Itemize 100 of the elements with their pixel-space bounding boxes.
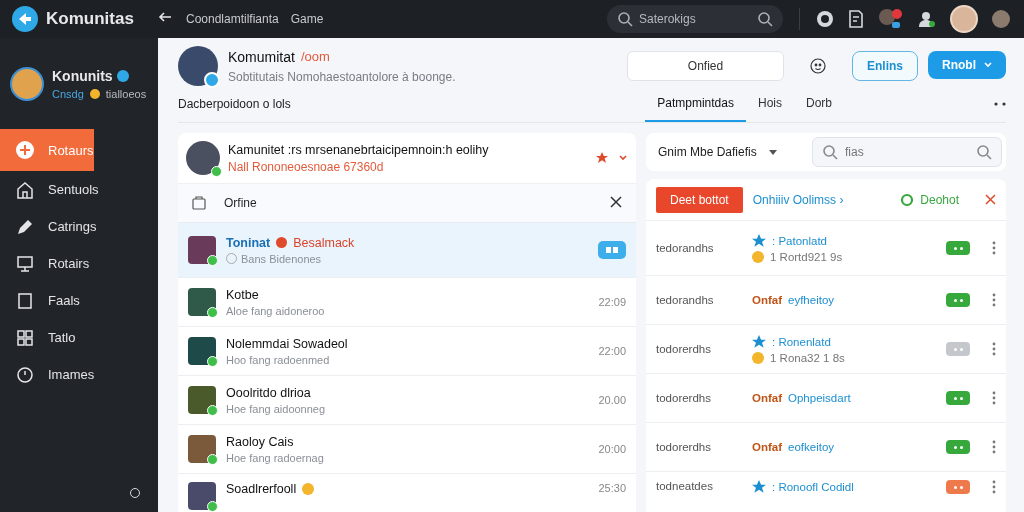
search-field[interactable]: Saterokigs [607,5,783,33]
filter-label: Orfine [224,196,257,210]
chat-list-item[interactable]: Soadlrerfooll 25:30 [178,474,636,512]
grid-icon [16,328,34,347]
item-time: 25:30 [598,482,626,494]
sidebar-item[interactable]: Faals [0,282,80,319]
item-time: 20:00 [598,443,626,455]
item-title: Nolemmdai Sowadeol [226,336,348,351]
status-info: Ophpeisdart [788,392,851,404]
toggle-button[interactable] [946,440,970,454]
item-preview: Hoe fang aidoonneg [226,402,326,415]
sidebar-item[interactable]: Sentuols [0,171,99,208]
chat-list-item[interactable]: Nolemmdai Sowadeol Hoo fang radoenmed 22:00 [178,327,636,376]
tab[interactable]: Patmpmintdas [645,86,746,122]
app-name: Komunitas [46,9,134,29]
square-icon [16,291,34,310]
community-tag: /oom [300,49,330,64]
tab[interactable]: Hois [745,86,794,122]
row-label: todorerdhs [656,392,712,404]
search-icon [757,11,773,27]
item-preview: Bans Bidenones [241,252,322,265]
plus-icon [16,141,34,159]
toggle-button[interactable] [946,480,970,494]
item-title: Soadlrerfooll [226,482,297,496]
status-label: Onfaf [752,392,783,404]
tab[interactable]: Dorb [794,86,844,122]
rating-title: : Patonlatd [772,234,827,247]
star-icon [752,480,766,494]
item-time: 20.00 [598,394,626,406]
emoji-icon [89,88,100,99]
caret-icon [768,149,777,155]
kebab-menu-icon[interactable] [992,440,996,454]
clock-icon [16,365,34,384]
kebab-menu-icon[interactable] [992,241,996,255]
chat-icon[interactable] [816,10,834,28]
sidebar-item[interactable]: Tatlo [0,319,76,356]
search-icon [822,144,838,160]
chat-list-item[interactable]: Toninat Besalmack Bans Bidenones [178,223,636,278]
input-field[interactable]: Onfied [627,51,784,81]
sidebar-item[interactable]: Rotairs [0,245,90,282]
chat-list-item[interactable]: Raoloy Cais Hoe fang radoernag 20:00 [178,425,636,474]
item-title: Kotbe [226,287,259,302]
conversation-subtitle: Nall Rononeoesnoae 67360d [228,159,385,174]
row-label: todorerdhs [656,343,712,355]
breadcrumb: Coondlamtilfianta [186,12,279,26]
kebab-menu-icon[interactable] [992,293,996,307]
badge-icon [276,237,288,248]
profile-name: Konunits [52,67,113,84]
community-avatar [178,46,218,86]
caret-icon [984,62,992,68]
toggle-button[interactable] [946,342,970,356]
item-time: 22:00 [598,345,626,357]
action-button[interactable]: Deet bottot [656,186,743,213]
more-icon[interactable] [994,102,1006,106]
status-info: eyfheitoy [788,294,835,306]
profile-status: Cnsdg [52,87,84,100]
search-field[interactable]: fias [812,137,1002,167]
house-icon [16,180,34,199]
kebab-menu-icon[interactable] [992,480,996,494]
link[interactable]: Onhiiiv Oolimss › [752,192,844,207]
double-square-icon [606,247,618,253]
message-button[interactable] [598,241,626,259]
user-icon[interactable] [918,10,936,28]
toggle-button[interactable] [946,391,970,405]
emoji-icon [302,483,315,495]
rating-title: : Ronoofl Codidl [772,481,854,493]
app-logo [12,6,38,32]
row-label: todneatdes [656,480,714,492]
item-preview: Hoo fang radoenmed [226,353,330,366]
search-icon [976,144,992,160]
section-caption: Dacberpoidoon o lols [178,97,291,111]
community-subtitle: Sobtitutais Nomohaestoantolore à boonge. [228,69,456,84]
rating-title: : Ronenlatd [772,335,831,348]
kebab-menu-icon[interactable] [992,391,996,405]
chat-list-item[interactable]: Kotbe Aloe fang aidoneroo 22:09 [178,278,636,327]
document-icon[interactable] [848,10,864,28]
kebab-menu-icon[interactable] [992,342,996,356]
filter-dropdown[interactable]: Gnim Mbe Dafiefis [658,145,777,159]
search-icon [617,11,633,27]
item-preview: Aloe fang aidoneroo [226,304,325,317]
star-icon[interactable] [596,152,608,164]
chat-list-item[interactable]: Ooolritdo dlrioa Hoe fang aidoonneg 20.00 [178,376,636,425]
chevron-icon[interactable] [618,153,628,163]
group-avatar-icon[interactable] [878,8,904,30]
photo-placeholder [186,141,220,175]
toggle-button[interactable] [946,241,970,255]
community-title: Komumitat [228,48,295,65]
toggle-button[interactable] [946,293,970,307]
profile-note: tialloeos [105,87,147,100]
sidebar-item[interactable]: Catrings [0,208,97,245]
star-icon [752,233,766,248]
user-avatar[interactable] [950,5,978,33]
dropdown-label: Gnim Mbe Dafiefis [658,145,757,159]
monitor-icon [16,254,34,273]
rating-detail: 1 Rona32 1 8s [770,351,845,364]
status-label: Onfaf [752,441,783,453]
smiley-icon[interactable] [810,58,826,74]
rating-detail: 1 Rortd921 9s [770,250,843,263]
emoji-icon [752,351,764,364]
sidebar-item[interactable]: Imames [0,356,95,393]
